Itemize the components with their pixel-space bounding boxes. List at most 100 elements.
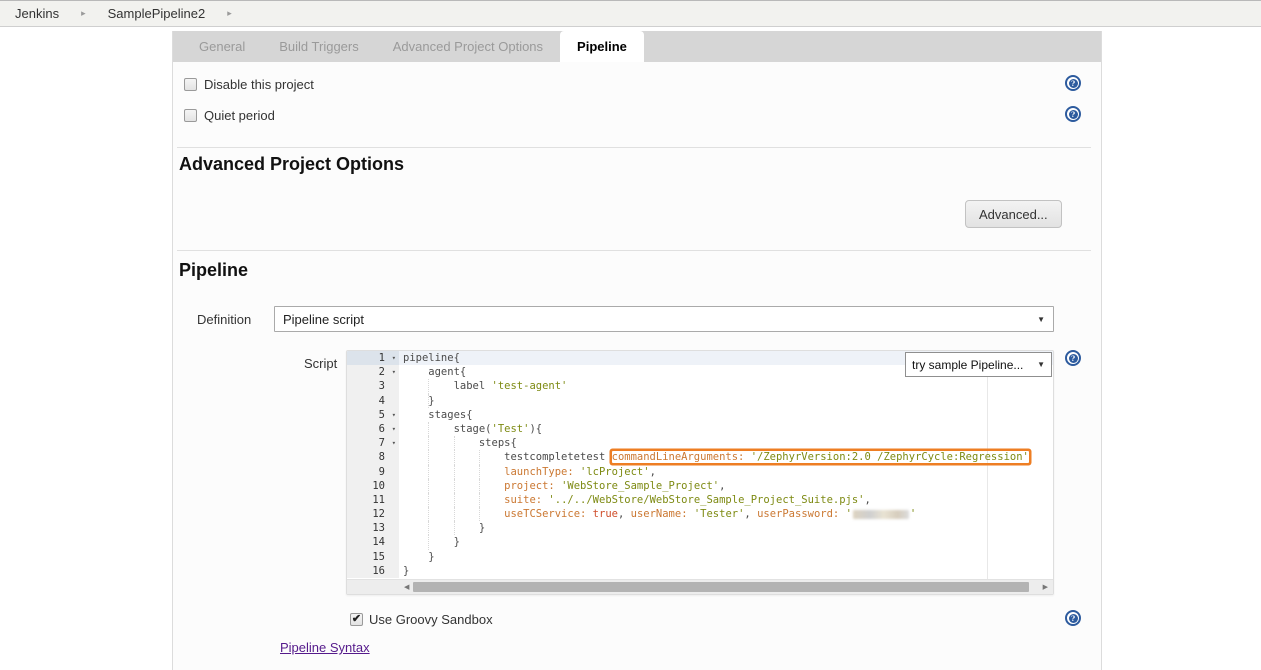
- scroll-right-icon[interactable]: ▶: [1043, 583, 1048, 591]
- tab-bar: GeneralBuild TriggersAdvanced Project Op…: [173, 31, 1101, 62]
- chevron-down-icon: ▼: [1037, 315, 1045, 324]
- scroll-left-icon[interactable]: ◀: [404, 583, 409, 591]
- code-row: 5▾ stages{: [347, 408, 1053, 422]
- definition-select[interactable]: Pipeline script ▼: [274, 306, 1054, 332]
- code-row: 15 }: [347, 550, 1053, 564]
- help-icon[interactable]: ?: [1065, 75, 1081, 91]
- script-label: Script: [304, 356, 337, 371]
- help-icon[interactable]: ?: [1065, 610, 1081, 626]
- gutter-cell: 6▾: [347, 422, 399, 436]
- code-line: useTCService: true, userName: 'Tester', …: [399, 507, 1053, 521]
- help-icon[interactable]: ?: [1065, 350, 1081, 366]
- indent-guide: [428, 422, 429, 436]
- groovy-sandbox-label: Use Groovy Sandbox: [369, 612, 493, 627]
- fold-arrow-icon[interactable]: ▾: [392, 436, 396, 450]
- code-row: 9 launchType: 'lcProject',: [347, 465, 1053, 479]
- gutter-cell: 8: [347, 450, 399, 464]
- gutter-cell: 4: [347, 394, 399, 408]
- code-row: 6▾ stage('Test'){: [347, 422, 1053, 436]
- line-number: 11: [372, 494, 385, 506]
- indent-guide: [479, 493, 480, 507]
- indent-guide: [454, 436, 455, 450]
- gutter-cell: 1▾: [347, 351, 399, 365]
- fold-arrow-icon[interactable]: ▾: [392, 365, 396, 379]
- indent-guide: [479, 507, 480, 521]
- code-line: }: [399, 550, 1053, 564]
- chevron-down-icon: ▼: [1037, 360, 1045, 369]
- gutter-cell: 13: [347, 521, 399, 535]
- pipeline-syntax-link[interactable]: Pipeline Syntax: [280, 640, 370, 655]
- indent-guide: [428, 436, 429, 450]
- indent-guide: [454, 493, 455, 507]
- code-line: stage('Test'){: [399, 422, 1053, 436]
- line-number: 5: [379, 409, 385, 421]
- fold-arrow-icon[interactable]: ▾: [392, 422, 396, 436]
- indent-guide: [428, 507, 429, 521]
- disable-project-label: Disable this project: [204, 77, 314, 92]
- gutter-cell: 11: [347, 493, 399, 507]
- gutter-cell: 7▾: [347, 436, 399, 450]
- quiet-period-checkbox[interactable]: [184, 109, 197, 122]
- breadcrumb-item-jenkins[interactable]: Jenkins: [15, 6, 59, 21]
- code-row: 8 testcompletetest commandLineArguments:…: [347, 450, 1053, 464]
- tab-advanced-project-options[interactable]: Advanced Project Options: [376, 31, 560, 62]
- fold-arrow-icon[interactable]: ▾: [392, 408, 396, 422]
- line-number: 15: [372, 551, 385, 563]
- line-number: 12: [372, 508, 385, 520]
- breadcrumb-arrow-icon: ▸: [227, 8, 232, 19]
- gutter-cell: 9: [347, 465, 399, 479]
- redacted-password: [853, 510, 909, 519]
- sample-pipeline-select[interactable]: try sample Pipeline... ▼: [905, 352, 1052, 377]
- definition-select-value: Pipeline script: [283, 312, 364, 327]
- tab-general[interactable]: General: [182, 31, 262, 62]
- line-number: 2: [379, 366, 385, 378]
- breadcrumb-item-pipeline[interactable]: SamplePipeline2: [108, 6, 206, 21]
- breadcrumb: Jenkins ▸ SamplePipeline2 ▸: [0, 0, 1261, 27]
- indent-guide: [428, 493, 429, 507]
- config-panel: GeneralBuild TriggersAdvanced Project Op…: [172, 31, 1102, 670]
- code-line: }: [399, 535, 1053, 549]
- code-line: testcompletetest commandLineArguments: '…: [399, 450, 1053, 464]
- code-row: 14 }: [347, 535, 1053, 549]
- indent-guide: [428, 379, 429, 393]
- tab-pipeline[interactable]: Pipeline: [560, 31, 644, 62]
- indent-guide: [428, 465, 429, 479]
- groovy-sandbox-checkbox[interactable]: ✔: [350, 613, 363, 626]
- help-icon[interactable]: ?: [1065, 106, 1081, 122]
- sample-pipeline-select-value: try sample Pipeline...: [912, 358, 1023, 372]
- code-row: 4 }: [347, 394, 1053, 408]
- gutter-cell: 2▾: [347, 365, 399, 379]
- section-divider: [177, 147, 1091, 148]
- line-number: 9: [379, 466, 385, 478]
- indent-guide: [428, 535, 429, 549]
- indent-guide: [479, 465, 480, 479]
- gutter-cell: 12: [347, 507, 399, 521]
- advanced-button[interactable]: Advanced...: [965, 200, 1062, 228]
- fold-arrow-icon[interactable]: ▾: [392, 351, 396, 365]
- code-line: label 'test-agent': [399, 379, 1053, 393]
- line-number: 10: [372, 480, 385, 492]
- indent-guide: [428, 450, 429, 464]
- section-divider: [177, 250, 1091, 251]
- highlight-box: commandLineArguments: '/ZephyrVersion:2.…: [612, 451, 1029, 463]
- line-number: 4: [379, 395, 385, 407]
- scrollbar-thumb[interactable]: [413, 582, 1029, 592]
- gutter-cell: 3: [347, 379, 399, 393]
- code-row: 7▾ steps{: [347, 436, 1053, 450]
- pipeline-heading: Pipeline: [179, 260, 248, 281]
- code-row: 12 useTCService: true, userName: 'Tester…: [347, 507, 1053, 521]
- line-number: 3: [379, 380, 385, 392]
- line-number: 7: [379, 437, 385, 449]
- gutter-cell: 15: [347, 550, 399, 564]
- gutter-cell: 10: [347, 479, 399, 493]
- script-editor[interactable]: 1▾pipeline{2▾ agent{3 label 'test-agent'…: [346, 350, 1054, 595]
- disable-project-checkbox[interactable]: [184, 78, 197, 91]
- indent-guide: [479, 450, 480, 464]
- indent-guide: [454, 465, 455, 479]
- indent-guide: [428, 394, 429, 408]
- indent-guide: [428, 479, 429, 493]
- horizontal-scrollbar[interactable]: ◀ ▶: [347, 579, 1053, 594]
- tab-build-triggers[interactable]: Build Triggers: [262, 31, 375, 62]
- line-number: 13: [372, 522, 385, 534]
- code-line: }: [399, 564, 1053, 578]
